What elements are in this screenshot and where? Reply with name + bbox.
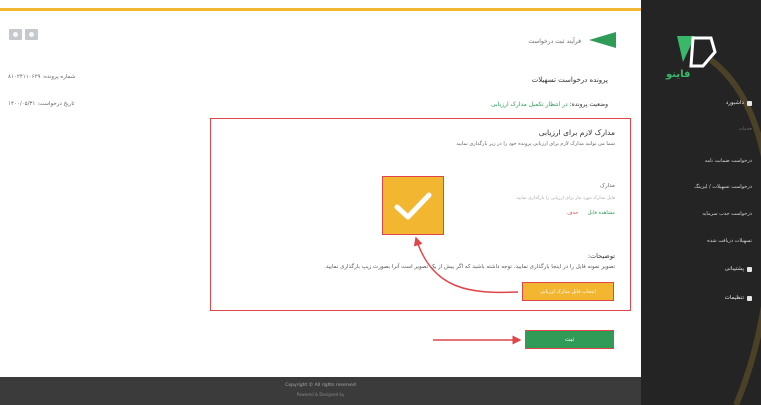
sidebar-item-label: داشبورد xyxy=(725,100,744,106)
checkmark-icon xyxy=(382,176,444,235)
sidebar-item-settings[interactable]: تنظیمات xyxy=(725,295,752,301)
sidebar-item-facilities[interactable]: درخواست تسهیلات / لیزینگ xyxy=(694,184,752,190)
delete-file-link[interactable]: حذف xyxy=(567,210,578,216)
panel-title: مدارک لازم برای ارزیابی xyxy=(538,128,615,137)
sidebar-item-received[interactable]: تسهیلات دریافت شده xyxy=(707,238,752,244)
check-glyph xyxy=(394,192,432,219)
top-accent-bar xyxy=(0,8,641,11)
profile-icon[interactable] xyxy=(9,29,22,40)
submit-button[interactable]: ثبت xyxy=(525,330,614,349)
documents-links: مشاهده فایل حذف xyxy=(567,210,615,216)
notification-icon[interactable] xyxy=(25,29,38,40)
support-icon xyxy=(747,266,752,272)
panel-subtitle: شما می توانید مدارک لازم برای ارزیابی پر… xyxy=(456,141,615,147)
sidebar-category-services: خدمات xyxy=(738,127,752,132)
header-flag-icon xyxy=(589,32,616,48)
request-status: وضعیت پرونده: در انتظار تکمیل مدارک ارزی… xyxy=(491,101,608,108)
footer-powered: Powered & Designed by xyxy=(296,392,345,397)
sidebar-item-label: پشتیبانی xyxy=(724,266,744,272)
status-value: در انتظار تکمیل مدارک ارزیابی xyxy=(490,101,568,108)
home-icon xyxy=(747,100,752,106)
footer: Copyright © All rights reserved Powered … xyxy=(0,377,641,405)
sidebar-item-support[interactable]: پشتیبانی xyxy=(725,266,752,272)
view-file-link[interactable]: مشاهده فایل xyxy=(588,210,615,216)
request-date: تاریخ درخواست: ۱۴۰۰/۰۵/۳۱ xyxy=(8,101,75,107)
upload-documents-button[interactable]: انتخاب فایل مدارک ارزیابی xyxy=(522,282,614,301)
description-label: توضیحات: xyxy=(587,252,615,260)
page-title: پرونده درخواست تسهیلات xyxy=(531,76,608,84)
top-icons xyxy=(9,29,38,40)
documents-label: مدارک xyxy=(600,183,615,189)
sidebar: فاینو داشبورد خدمات درخواست ضمانت نامه د… xyxy=(641,0,761,405)
gear-icon xyxy=(747,295,752,301)
header-title: فرآیند ثبت درخواست xyxy=(528,38,581,45)
sidebar-item-dashboard[interactable]: داشبورد xyxy=(726,100,752,106)
description-text: تصویر نمونه فایل را در اینجا بارگذاری نم… xyxy=(324,264,615,270)
logo-text: فاینو xyxy=(666,69,691,80)
footer-copyright: Copyright © All rights reserved xyxy=(285,383,356,388)
status-label: وضعیت پرونده: xyxy=(569,101,608,108)
main-content: فرآیند ثبت درخواست پرونده درخواست تسهیلا… xyxy=(0,0,641,405)
sidebar-item-label: تنظیمات xyxy=(724,295,744,301)
sidebar-item-guarantee[interactable]: درخواست ضمانت نامه xyxy=(705,158,752,164)
sidebar-item-investment[interactable]: درخواست جذب سرمایه xyxy=(702,211,752,217)
documents-hint: فایل مدارک مورد نیاز برای ارزیابی را بار… xyxy=(516,196,615,201)
request-number: شماره پرونده: ۸۱۰۲۴۱۱۰۶۲۹ xyxy=(8,74,76,80)
